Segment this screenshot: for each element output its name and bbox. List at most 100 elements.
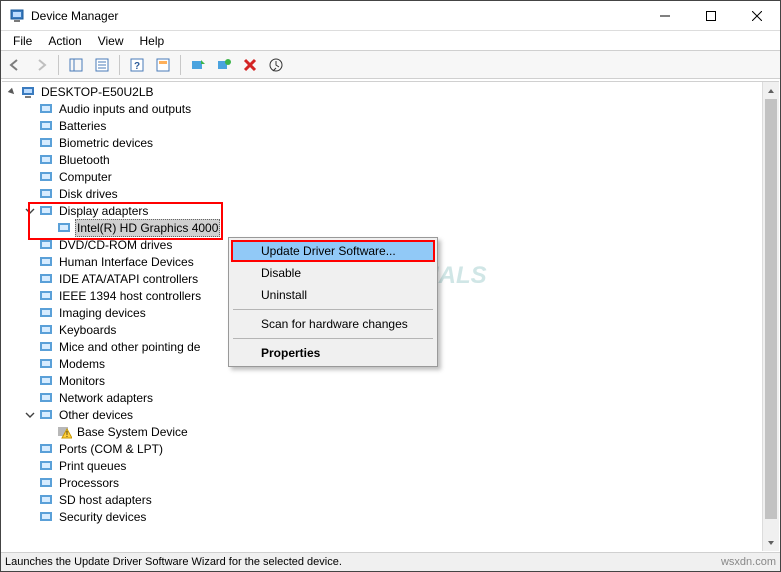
scroll-up-arrow[interactable] bbox=[763, 82, 779, 99]
tree-item[interactable]: Bluetooth bbox=[24, 152, 762, 168]
tree-item-label: IDE ATA/ATAPI controllers bbox=[57, 271, 200, 287]
context-menu-item[interactable]: Scan for hardware changes bbox=[231, 313, 435, 335]
device-icon bbox=[38, 169, 54, 185]
tree-item-label: Print queues bbox=[57, 458, 128, 474]
context-menu-separator bbox=[233, 338, 433, 339]
device-icon bbox=[38, 271, 54, 287]
properties-button[interactable] bbox=[90, 53, 114, 77]
tree-item[interactable]: Disk drives bbox=[24, 186, 762, 202]
context-menu-item[interactable]: Disable bbox=[231, 262, 435, 284]
tree-item[interactable]: Audio inputs and outputs bbox=[24, 101, 762, 117]
tree-item-label: Human Interface Devices bbox=[57, 254, 196, 270]
tree-item-label: Other devices bbox=[57, 407, 135, 423]
device-tree[interactable]: APPUALS DESKTOP-E50U2LB Audio inputs and… bbox=[2, 82, 762, 551]
tree-item-label: Bluetooth bbox=[57, 152, 112, 168]
maximize-button[interactable] bbox=[688, 1, 734, 31]
tree-item-label: IEEE 1394 host controllers bbox=[57, 288, 203, 304]
status-text: Launches the Update Driver Software Wiza… bbox=[5, 556, 721, 568]
device-icon bbox=[38, 152, 54, 168]
device-icon bbox=[38, 118, 54, 134]
tree-item-label: Imaging devices bbox=[57, 305, 148, 321]
device-icon bbox=[38, 492, 54, 508]
tree-item[interactable]: Biometric devices bbox=[24, 135, 762, 151]
device-icon bbox=[38, 390, 54, 406]
device-icon bbox=[38, 373, 54, 389]
tree-item-label: Monitors bbox=[57, 373, 107, 389]
device-icon bbox=[38, 441, 54, 457]
tree-item[interactable]: Other devices bbox=[24, 407, 762, 423]
context-menu-item[interactable]: Update Driver Software... bbox=[231, 240, 435, 262]
tree-root[interactable]: DESKTOP-E50U2LB bbox=[6, 84, 762, 100]
context-menu-separator bbox=[233, 309, 433, 310]
disable-button[interactable] bbox=[264, 53, 288, 77]
device-icon bbox=[38, 339, 54, 355]
tree-item[interactable]: Batteries bbox=[24, 118, 762, 134]
status-bar: Launches the Update Driver Software Wiza… bbox=[1, 552, 780, 571]
menu-bar: File Action View Help bbox=[1, 31, 780, 51]
chevron-down-icon[interactable] bbox=[6, 86, 18, 98]
tree-item-label: Disk drives bbox=[57, 186, 120, 202]
tree-item-label: Processors bbox=[57, 475, 121, 491]
toolbar: ? bbox=[1, 51, 780, 79]
action-button[interactable] bbox=[151, 53, 175, 77]
scroll-thumb[interactable] bbox=[765, 99, 777, 519]
device-icon bbox=[38, 509, 54, 525]
tree-item[interactable]: SD host adapters bbox=[24, 492, 762, 508]
context-menu: Update Driver Software...DisableUninstal… bbox=[228, 237, 438, 367]
tree-item-label: Modems bbox=[57, 356, 107, 372]
close-button[interactable] bbox=[734, 1, 780, 31]
menu-action[interactable]: Action bbox=[40, 32, 89, 50]
device-icon bbox=[38, 254, 54, 270]
scroll-down-arrow[interactable] bbox=[763, 534, 779, 551]
tree-item[interactable]: Computer bbox=[24, 169, 762, 185]
tree-item[interactable]: ! Base System Device bbox=[42, 424, 762, 440]
tree-item-label: Network adapters bbox=[57, 390, 155, 406]
device-warning-icon: ! bbox=[56, 424, 72, 440]
status-right: wsxdn.com bbox=[721, 556, 776, 568]
tree-item[interactable]: Security devices bbox=[24, 509, 762, 525]
uninstall-button[interactable] bbox=[238, 53, 262, 77]
tree-item[interactable]: Monitors bbox=[24, 373, 762, 389]
tree-item-label: SD host adapters bbox=[57, 492, 154, 508]
minimize-button[interactable] bbox=[642, 1, 688, 31]
device-icon bbox=[38, 322, 54, 338]
tree-item-label: Mice and other pointing de bbox=[57, 339, 202, 355]
tree-item-label: Audio inputs and outputs bbox=[57, 101, 193, 117]
highlight-box bbox=[28, 202, 223, 240]
window-title: Device Manager bbox=[31, 9, 118, 23]
show-hide-tree-button[interactable] bbox=[64, 53, 88, 77]
tree-item[interactable]: Ports (COM & LPT) bbox=[24, 441, 762, 457]
device-icon bbox=[38, 458, 54, 474]
device-icon bbox=[38, 101, 54, 117]
tree-item-label: Base System Device bbox=[75, 424, 190, 440]
back-button[interactable] bbox=[3, 53, 27, 77]
forward-button[interactable] bbox=[29, 53, 53, 77]
tree-item-label: Biometric devices bbox=[57, 135, 155, 151]
device-icon bbox=[38, 475, 54, 491]
device-icon bbox=[38, 135, 54, 151]
menu-file[interactable]: File bbox=[5, 32, 40, 50]
tree-item-label: Computer bbox=[57, 169, 114, 185]
device-icon bbox=[38, 305, 54, 321]
context-menu-item[interactable]: Properties bbox=[231, 342, 435, 364]
vertical-scrollbar[interactable] bbox=[762, 82, 779, 551]
chevron-down-icon[interactable] bbox=[24, 409, 36, 421]
tree-item[interactable]: Network adapters bbox=[24, 390, 762, 406]
device-icon bbox=[38, 356, 54, 372]
scan-hardware-button[interactable] bbox=[212, 53, 236, 77]
menu-view[interactable]: View bbox=[90, 32, 132, 50]
help-button[interactable]: ? bbox=[125, 53, 149, 77]
tree-item[interactable]: Processors bbox=[24, 475, 762, 491]
tree-item[interactable]: Print queues bbox=[24, 458, 762, 474]
svg-text:!: ! bbox=[66, 430, 68, 439]
tree-item-label: Keyboards bbox=[57, 322, 118, 338]
computer-icon bbox=[20, 84, 36, 100]
menu-help[interactable]: Help bbox=[132, 32, 173, 50]
svg-text:?: ? bbox=[134, 61, 140, 72]
context-menu-item[interactable]: Uninstall bbox=[231, 284, 435, 306]
device-icon bbox=[38, 288, 54, 304]
device-icon bbox=[38, 186, 54, 202]
tree-item-label: Ports (COM & LPT) bbox=[57, 441, 165, 457]
device-icon bbox=[38, 407, 54, 423]
update-driver-button[interactable] bbox=[186, 53, 210, 77]
